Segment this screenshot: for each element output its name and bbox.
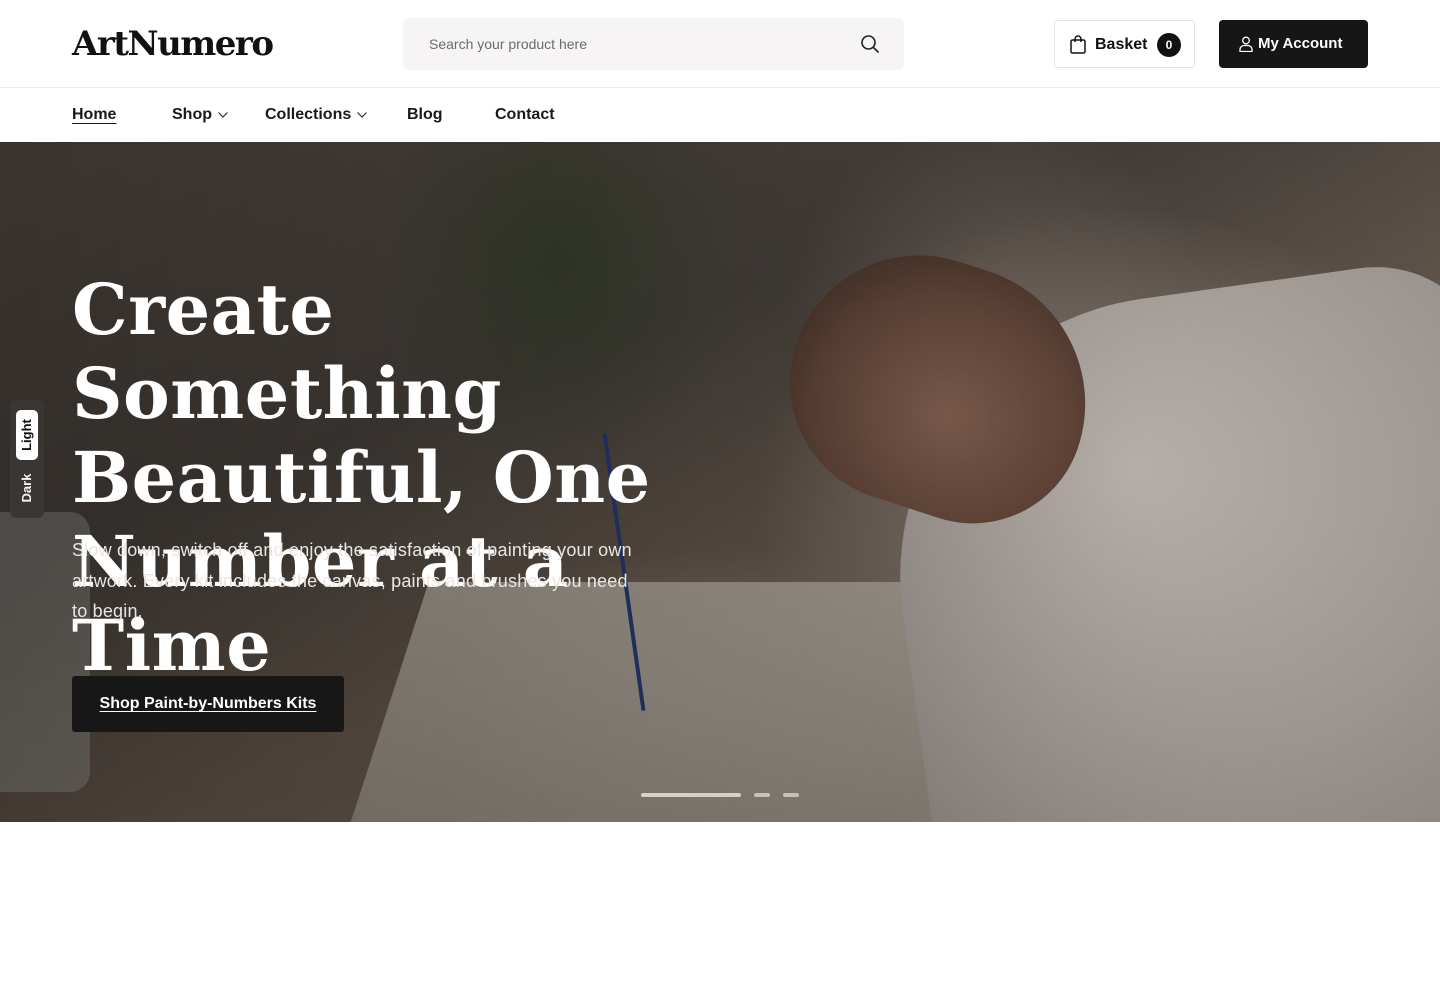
basket-label: Basket: [1095, 36, 1148, 53]
basket-count-badge: 0: [1157, 33, 1181, 57]
chevron-down-icon: [357, 111, 368, 118]
nav-item-shop[interactable]: Shop: [172, 104, 228, 126]
nav-item-contact[interactable]: Contact: [495, 104, 555, 126]
my-account-button[interactable]: My Account: [1219, 20, 1368, 68]
shopping-bag-icon: [1070, 35, 1086, 54]
theme-light-label: Light: [19, 419, 34, 451]
theme-dark-label: Dark: [19, 473, 34, 503]
slide-indicator-2[interactable]: [754, 793, 770, 797]
hero-subtitle: Slow down, switch off and enjoy the sati…: [72, 540, 632, 621]
search-icon[interactable]: [860, 34, 880, 54]
site-logo[interactable]: ArtNumero: [72, 22, 274, 66]
basket-button[interactable]: Basket 0: [1054, 20, 1195, 68]
hero-banner: Create Something Beautiful, One Number a…: [0, 142, 1440, 822]
main-navigation: Home Shop Collections Blog Contact: [0, 89, 1440, 142]
my-account-label: My Account: [1258, 35, 1343, 52]
search-input[interactable]: [403, 18, 843, 70]
theme-light-option[interactable]: Light: [16, 410, 38, 460]
shop-kits-button[interactable]: Shop Paint-by-Numbers Kits: [72, 676, 344, 732]
search-bar: [403, 18, 904, 70]
theme-toggle: Light Dark: [10, 400, 44, 518]
nav-item-label: Collections: [265, 106, 352, 123]
slide-indicator-1[interactable]: [641, 793, 741, 797]
nav-item-collections[interactable]: Collections: [265, 104, 368, 126]
nav-item-home[interactable]: Home: [72, 104, 116, 126]
slide-indicator-3[interactable]: [783, 793, 799, 797]
theme-dark-option[interactable]: Dark: [16, 466, 38, 510]
hero-title-line: Beautiful, One: [72, 436, 651, 519]
user-icon: [1239, 36, 1253, 52]
nav-item-blog[interactable]: Blog: [407, 104, 443, 126]
site-header: ArtNumero Basket 0 My Account: [0, 0, 1440, 88]
chevron-down-icon: [218, 111, 228, 118]
nav-item-label: Home: [72, 106, 117, 123]
hero-title-line: Create Something: [72, 268, 503, 435]
nav-item-label: Shop: [172, 106, 212, 123]
nav-item-label: Blog: [407, 106, 443, 123]
nav-item-label: Contact: [495, 106, 555, 123]
